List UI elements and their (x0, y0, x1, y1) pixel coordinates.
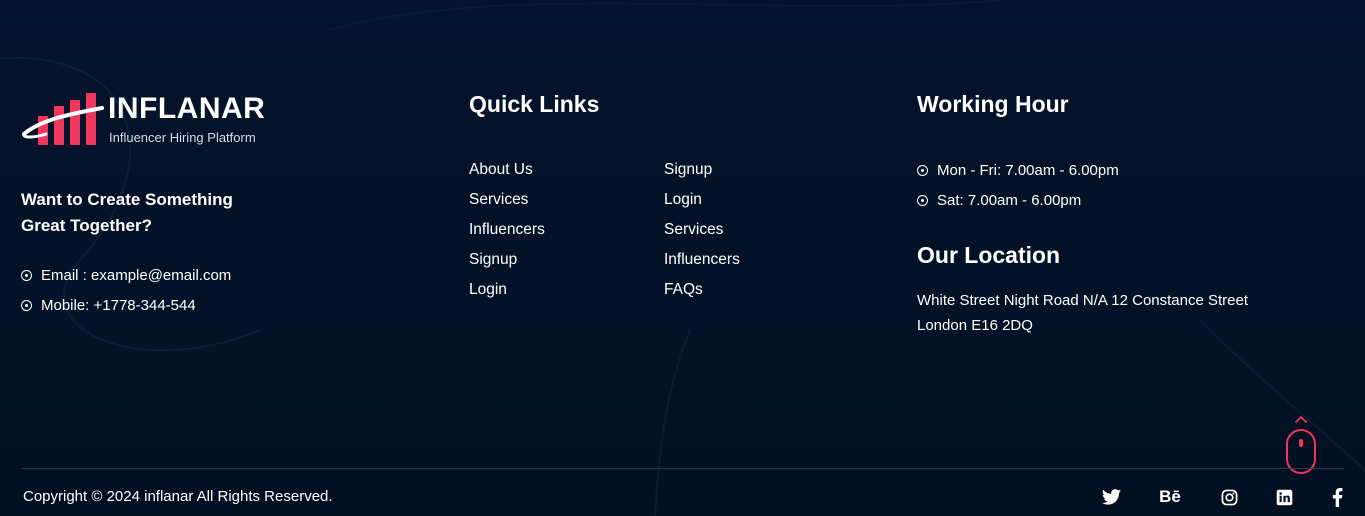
footer-link-signup[interactable]: Signup (469, 245, 545, 275)
quick-links-column-2: Signup Login Services Influencers FAQs (664, 155, 740, 305)
contact-email[interactable]: Email : example@email.com (21, 260, 231, 290)
working-hours-text: Sat: 7.00am - 6.00pm (937, 191, 1082, 209)
twitter-link[interactable] (1100, 486, 1122, 508)
behance-icon: Bē (1159, 487, 1181, 506)
contact-mobile[interactable]: Mobile: +1778-344-544 (21, 290, 231, 320)
footer-link-about-us[interactable]: About Us (469, 155, 545, 185)
brand-tagline: Influencer Hiring Platform (109, 130, 256, 145)
bullet-circle-icon (917, 194, 928, 206)
behance-link[interactable]: Bē (1157, 486, 1183, 508)
working-hours-item: Sat: 7.00am - 6.00pm (917, 185, 1119, 215)
working-hours-item: Mon - Fri: 7.00am - 6.00pm (917, 155, 1119, 185)
footer-link-services[interactable]: Services (469, 185, 545, 215)
footer-link-signup[interactable]: Signup (664, 155, 740, 185)
contact-mobile-text: Mobile: +1778-344-544 (41, 296, 196, 314)
footer-link-login[interactable]: Login (469, 275, 545, 305)
location-heading: Our Location (917, 242, 1061, 268)
location-address: White Street Night Road N/A 12 Constance… (917, 292, 1249, 334)
logo-bars-icon (22, 93, 104, 145)
twitter-icon (1101, 489, 1121, 505)
cta-heading: Want to Create Something Great Together? (21, 190, 233, 235)
instagram-icon (1221, 489, 1237, 505)
scroll-to-top-button[interactable] (1286, 414, 1316, 474)
facebook-icon (1332, 487, 1342, 507)
linkedin-icon (1276, 489, 1292, 505)
quick-links-column-1: About Us Services Influencers Signup Log… (469, 155, 545, 305)
footer-link-influencers[interactable]: Influencers (469, 215, 545, 245)
contact-list: Email : example@email.com Mobile: +1778-… (21, 260, 231, 320)
quick-links-heading: Quick Links (469, 91, 600, 117)
linkedin-link[interactable] (1273, 486, 1295, 508)
working-hours-list: Mon - Fri: 7.00am - 6.00pm Sat: 7.00am -… (917, 155, 1119, 215)
instagram-link[interactable] (1218, 486, 1240, 508)
footer-link-services[interactable]: Services (664, 215, 740, 245)
contact-email-text: Email : example@email.com (41, 266, 232, 284)
bullet-circle-icon (21, 299, 32, 311)
bullet-circle-icon (917, 164, 928, 176)
working-hour-heading: Working Hour (917, 91, 1069, 117)
site-footer: INFLANAR Influencer Hiring Platform Want… (0, 0, 1365, 516)
brand-name: INFLANAR (108, 92, 266, 125)
copyright-text: Copyright © 2024 inflanar All Rights Res… (23, 488, 333, 505)
footer-link-faqs[interactable]: FAQs (664, 275, 740, 305)
facebook-link[interactable] (1327, 486, 1347, 508)
footer-link-influencers[interactable]: Influencers (664, 245, 740, 275)
bullet-circle-icon (21, 269, 32, 281)
footer-divider (22, 468, 1344, 469)
brand-logo[interactable]: INFLANAR Influencer Hiring Platform (20, 90, 280, 150)
footer-link-login[interactable]: Login (664, 185, 740, 215)
mouse-scroll-icon (1286, 415, 1316, 474)
working-hours-text: Mon - Fri: 7.00am - 6.00pm (937, 161, 1119, 179)
